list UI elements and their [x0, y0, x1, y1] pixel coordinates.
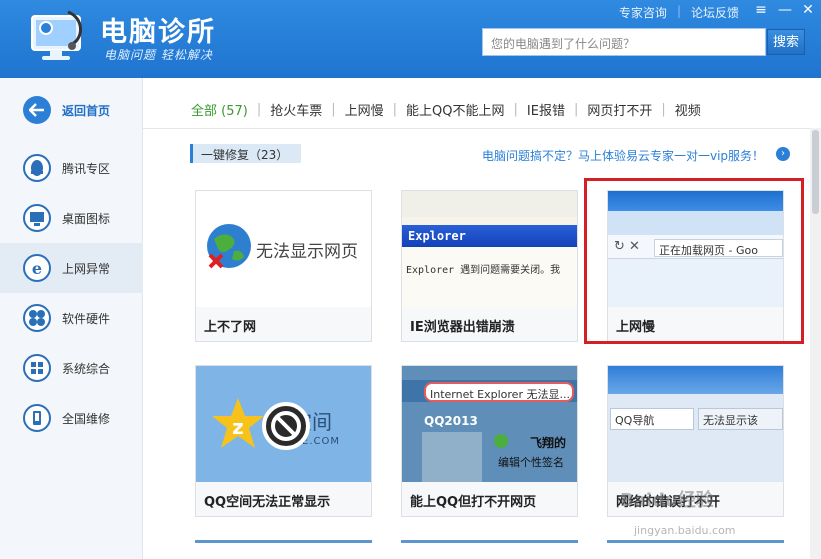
card-thumbnail: Internet Explorer 无法显... QQ2013 飞翔的 编辑个性…	[402, 366, 577, 482]
thumb-qq-title: QQ2013	[424, 414, 478, 428]
card-thumbnail: 无法显示网页	[196, 191, 371, 307]
tab-train-tickets[interactable]: 抢火车票	[268, 100, 324, 119]
monitor-icon	[23, 204, 51, 232]
sidebar-item-desktop-icons[interactable]: 桌面图标	[0, 193, 143, 243]
card-caption: IE浏览器出错崩溃	[402, 307, 577, 341]
card-thumbnail: Explorer Explorer 遇到问题需要关闭。我	[402, 191, 577, 307]
tab-separator: |	[256, 102, 262, 117]
search-input[interactable]: 您的电脑遇到了什么问题？	[482, 28, 766, 56]
card-partial	[195, 540, 372, 559]
card-ie-crash[interactable]: Explorer Explorer 遇到问题需要关闭。我 IE浏览器出错崩溃	[401, 190, 578, 342]
search-button[interactable]: 搜索	[767, 29, 805, 55]
sidebar-item-repair[interactable]: 全国维修	[0, 393, 143, 443]
one-click-fix-label: 一键修复（23）	[190, 144, 301, 163]
tab-all[interactable]: 全部 (57)	[189, 100, 250, 119]
card-no-internet[interactable]: 无法显示网页 上不了网	[195, 190, 372, 342]
sidebar-item-label: 软件硬件	[62, 311, 111, 326]
sidebar-item-network[interactable]: e 上网异常	[0, 243, 143, 293]
tab-separator: |	[573, 102, 579, 117]
tab-slow-internet[interactable]: 上网慢	[343, 100, 386, 119]
tab-separator: |	[513, 102, 518, 117]
card-thumbnail: z 空间 E.COM	[196, 366, 371, 482]
tab-separator: |	[392, 102, 398, 117]
sidebar-item-label: 全国维修	[62, 411, 111, 426]
card-qq-no-web[interactable]: Internet Explorer 无法显... QQ2013 飞翔的 编辑个性…	[401, 365, 578, 517]
card-qzone[interactable]: z 空间 E.COM QQ空间无法正常显示	[195, 365, 372, 517]
tab-qq-no-internet[interactable]: 能上QQ不能上网	[404, 100, 506, 119]
tab-video[interactable]: 视频	[673, 100, 703, 119]
sidebar-item-tencent[interactable]: 腾讯专区	[0, 143, 143, 193]
minimize-button[interactable]: —	[776, 2, 794, 18]
app-header: 电脑诊所 电脑问题 轻松解决 专家咨询 | 论坛反馈 ≡ — ✕ 您的电脑遇到了…	[0, 0, 821, 78]
highlight-box	[584, 178, 804, 344]
menu-icon[interactable]: ≡	[752, 2, 770, 18]
thumb-text: 无法显示网页	[256, 242, 358, 262]
globe-error-icon	[207, 224, 251, 269]
card-partial	[607, 540, 784, 559]
card-partial	[401, 540, 578, 559]
app-slogan: 电脑问题 轻松解决	[104, 48, 213, 62]
sidebar-item-home[interactable]: 返回首页	[0, 85, 143, 135]
back-arrow-icon	[23, 96, 51, 124]
clover-icon	[23, 304, 51, 332]
scrollbar[interactable]	[810, 128, 821, 559]
windows-icon	[23, 354, 51, 382]
tab-separator: |	[331, 102, 336, 117]
watermark-logo: Baidu经验	[620, 490, 714, 511]
vip-promo-link[interactable]: 电脑问题搞不定？马上体验易云专家一对一vip服务！	[482, 147, 764, 164]
svg-text:e: e	[32, 259, 42, 278]
thumb-text: Explorer 遇到问题需要关闭。我	[402, 247, 577, 307]
sidebar-item-label: 返回首页	[62, 103, 111, 118]
card-caption: 上不了网	[196, 307, 371, 341]
phone-icon	[23, 404, 51, 432]
sidebar-item-software-hardware[interactable]: 软件硬件	[0, 293, 143, 343]
tab-page-not-open[interactable]: 网页打不开	[585, 100, 654, 119]
tabs-divider	[143, 128, 821, 129]
watermark-url: jingyan.baidu.com	[634, 524, 736, 537]
tab-separator: |	[661, 102, 666, 117]
sidebar-item-label: 桌面图标	[62, 211, 111, 226]
ie-icon: e	[23, 254, 51, 282]
sidebar-item-label: 系统综合	[62, 361, 111, 376]
thumb-tab-2: 无法显示该	[698, 408, 783, 430]
sidebar: 返回首页 腾讯专区 桌面图标 e 上网异常 软件硬件 系统综合 全国维修	[0, 78, 143, 559]
thumb-nickname: 飞翔的	[530, 436, 567, 450]
card-caption: 能上QQ但打不开网页	[402, 482, 577, 516]
sidebar-item-system[interactable]: 系统综合	[0, 343, 143, 393]
tab-ie-error[interactable]: IE报错	[525, 100, 567, 119]
monitor-stethoscope-logo-icon	[31, 10, 82, 60]
scrollbar-thumb[interactable]	[812, 130, 819, 214]
sidebar-item-label: 腾讯专区	[62, 161, 111, 176]
svg-text:z: z	[232, 415, 244, 439]
thumb-tab-1: QQ导航	[610, 408, 694, 430]
forum-feedback-link[interactable]: 论坛反馈	[681, 4, 749, 21]
top-links: 专家咨询 | 论坛反馈	[609, 4, 749, 21]
close-button[interactable]: ✕	[799, 2, 817, 18]
sidebar-item-label: 上网异常	[62, 261, 111, 276]
card-thumbnail: QQ导航 无法显示该	[608, 366, 783, 482]
card-caption: QQ空间无法正常显示	[196, 482, 371, 516]
expert-consult-link[interactable]: 专家咨询	[609, 4, 677, 21]
promo-arrow-icon[interactable]: ›	[776, 147, 790, 161]
thumb-window-title: Internet Explorer 无法显...	[424, 382, 574, 402]
qzone-star-icon: z	[212, 398, 264, 448]
thumb-signature: 编辑个性签名	[498, 456, 564, 469]
category-tabs: 全部 (57) | 抢火车票 | 上网慢 | 能上QQ不能上网 | IE报错 |…	[189, 100, 703, 119]
qq-penguin-icon	[23, 154, 51, 182]
no-entry-icon	[262, 402, 310, 450]
app-title: 电脑诊所	[100, 17, 216, 48]
thumb-window-title: Explorer	[402, 225, 577, 247]
